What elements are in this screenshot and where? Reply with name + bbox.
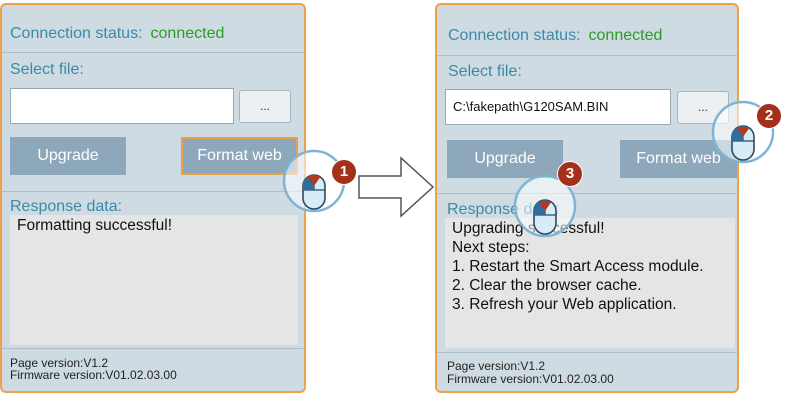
response-line: 1. Restart the Smart Access module. — [452, 258, 704, 275]
page-version: Page version:V1.2 — [447, 359, 546, 373]
connection-status-value: connected — [150, 25, 225, 42]
connection-status-value: connected — [588, 27, 663, 44]
step-badge: 3 — [557, 161, 583, 187]
divider — [437, 193, 737, 194]
firmware-version: Firmware version:V01.02.03.00 — [10, 368, 177, 382]
response-line: Next steps: — [452, 239, 530, 256]
step-badge: 2 — [756, 103, 782, 129]
mouse-click-icon — [272, 145, 352, 225]
right-panel: Connection status: connected Select file:… — [435, 3, 739, 393]
step-badge: 1 — [331, 159, 357, 185]
response-line: Upgrading successful! — [452, 220, 605, 237]
browse-button[interactable]: ... — [239, 90, 291, 123]
right-arrow-icon — [358, 156, 435, 218]
connection-status-label: Connection status: — [448, 27, 581, 44]
file-input[interactable]: C:\fakepath\G120SAM.BIN — [445, 89, 671, 125]
select-file-label: Select file: — [448, 63, 522, 80]
response-line: Formatting successful! — [17, 217, 173, 234]
response-data-box: Upgrading successful! Next steps: 1. Res… — [445, 218, 735, 348]
response-data-label: Response data: — [10, 198, 123, 215]
firmware-version: Firmware version:V01.02.03.00 — [447, 372, 614, 386]
connection-status: Connection status: connected — [10, 25, 224, 43]
select-file-label: Select file: — [10, 61, 84, 78]
response-line: 2. Clear the browser cache. — [452, 277, 642, 294]
left-panel: Connection status: connected Select file:… — [0, 3, 306, 393]
connection-status: Connection status: connected — [448, 27, 662, 45]
divider — [2, 52, 304, 53]
divider — [437, 55, 737, 56]
response-data-box: Formatting successful! — [10, 215, 298, 345]
divider — [437, 352, 737, 353]
divider — [2, 191, 304, 192]
upgrade-button[interactable]: Upgrade — [10, 137, 126, 175]
file-input[interactable] — [10, 88, 234, 124]
connection-status-label: Connection status: — [10, 25, 143, 42]
response-line: 3. Refresh your Web application. — [452, 296, 677, 313]
divider — [2, 348, 304, 349]
